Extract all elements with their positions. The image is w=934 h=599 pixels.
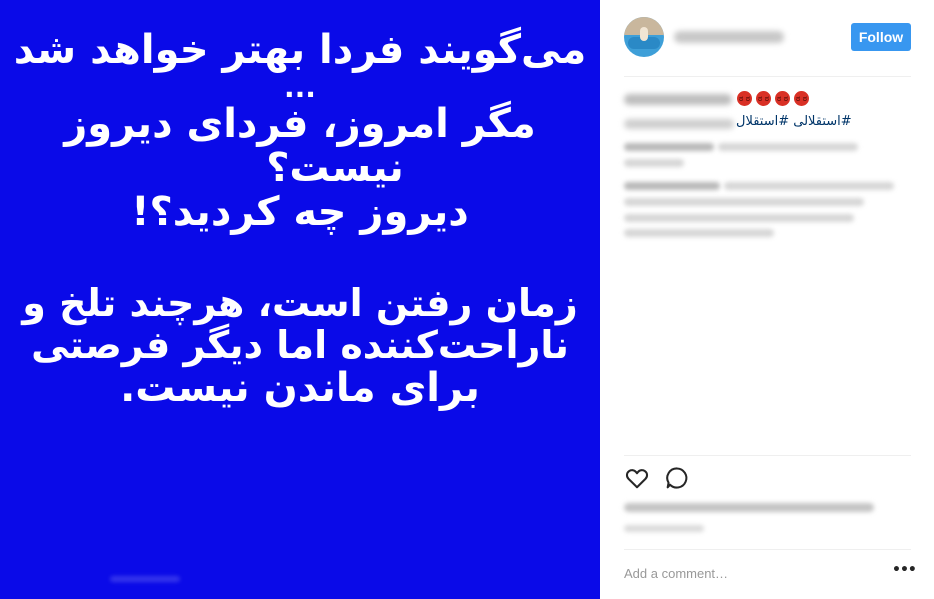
post-image-text: می‌گویند فردا بهتر خواهد شد ... مگر امرو…: [0, 30, 600, 408]
comment-blurred: [624, 229, 774, 237]
avatar[interactable]: [624, 17, 664, 57]
post-date-blurred: [624, 525, 704, 532]
divider: [624, 455, 911, 456]
add-comment-input[interactable]: [624, 562, 874, 584]
username-blurred[interactable]: [674, 31, 784, 43]
image-text-line: ناراحت‌کننده اما دیگر فرصتی: [31, 323, 569, 367]
angry-face-icon: ಠ ಠ: [775, 91, 790, 106]
image-text-line: برای ماندن نیست.: [120, 365, 480, 411]
comment-blurred: [624, 214, 854, 222]
comment-blurred: [624, 143, 714, 151]
image-text-line: می‌گویند فردا بهتر خواهد شد: [13, 27, 587, 73]
image-watermark: [110, 576, 180, 582]
angry-face-icon: ಠ ಠ: [794, 91, 809, 106]
divider: [624, 76, 911, 77]
caption-row: ಠ ಠ ಠ ಠ ಠ ಠ ಠ ಠ: [624, 90, 911, 110]
hashtag-links[interactable]: #استقلالی #استقلال: [736, 114, 852, 129]
heart-icon[interactable]: [624, 465, 650, 491]
angry-face-icon: ಠ ಠ: [737, 91, 752, 106]
comment-blurred: [624, 182, 720, 190]
post-side-panel: Follow ಠ ಠ ಠ ಠ ಠ ಠ ಠ ಠ #استقلالی #استقلا…: [600, 0, 934, 599]
image-text-line: مگر امروز، فردای دیروز: [64, 101, 536, 147]
caption-username-blurred[interactable]: [624, 94, 732, 105]
comment-bubble-icon[interactable]: [664, 465, 690, 491]
comment-blurred: [624, 159, 684, 167]
comment-blurred: [718, 143, 858, 151]
post-header: Follow: [600, 0, 934, 76]
divider: [624, 549, 911, 550]
comment-blurred: [724, 182, 894, 190]
image-text-line: دیروز چه کردید؟!: [131, 189, 469, 235]
post-image: می‌گویند فردا بهتر خواهد شد ... مگر امرو…: [0, 0, 600, 599]
hashtag-row: #استقلالی #استقلال: [624, 114, 911, 134]
image-text-line: زمان رفتن است، هرچند تلخ و: [22, 281, 578, 325]
likes-count-blurred[interactable]: [624, 503, 874, 512]
more-options-icon[interactable]: •••: [892, 563, 917, 581]
angry-face-icon: ಠ ಠ: [756, 91, 771, 106]
follow-button[interactable]: Follow: [851, 23, 911, 51]
comment-blurred: [624, 198, 864, 206]
image-text-line: نیست؟: [266, 145, 404, 191]
image-text-line: ...: [284, 71, 316, 104]
caption-text-blurred: [624, 119, 734, 129]
